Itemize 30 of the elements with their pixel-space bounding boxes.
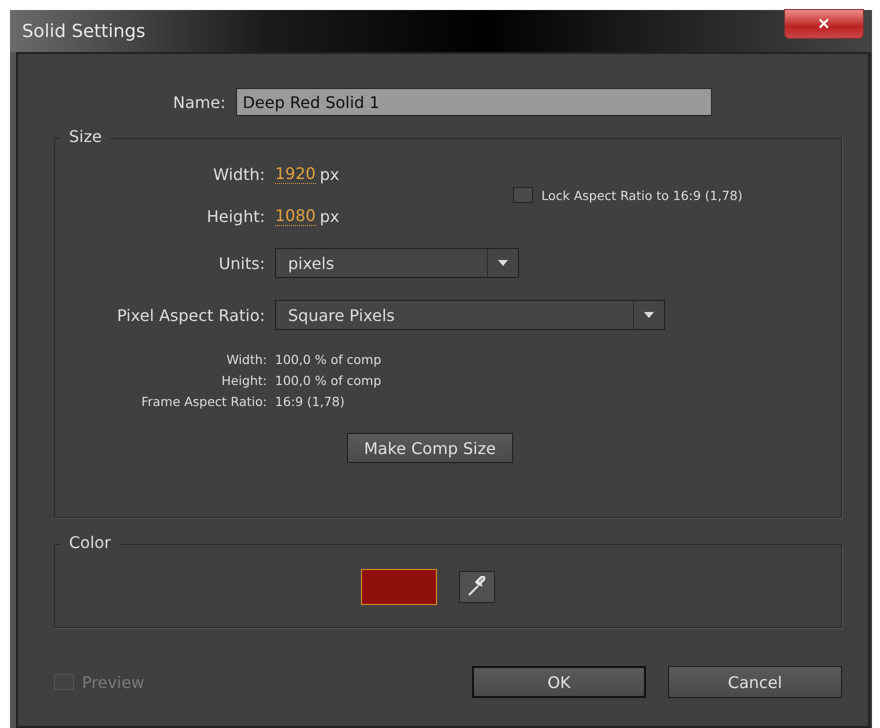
height-value[interactable]: 1080 [275,206,316,226]
width-label: Width: [212,164,265,184]
info-value: 100,0 % of comp [275,352,382,367]
lock-label: Lock Aspect Ratio to 16:9 (1,78) [541,188,742,202]
units-dropdown[interactable]: pixels [275,248,519,278]
height-unit: px [320,206,340,226]
info-value: 100,0 % of comp [275,373,382,388]
name-label: Name: [173,92,226,112]
name-field[interactable]: Deep Red Solid 1 [236,88,712,116]
info-value: 16:9 (1,78) [275,394,345,409]
info-label: Width: [225,352,267,367]
close-button[interactable]: ✕ [784,9,864,39]
color-swatch[interactable] [361,569,437,605]
width-value[interactable]: 1920 [275,164,316,184]
dialog-button[interactable]: OK [472,666,646,698]
eyedropper-icon[interactable] [459,571,495,603]
window-title: Solid Settings [22,20,146,42]
pixel-aspect-label: Pixel Aspect Ratio: [116,306,265,324]
dropdown-arrow-icon [644,312,654,318]
info-label: Frame Aspect Ratio: [140,394,267,409]
width-unit: px [320,164,340,184]
pixel-aspect-dropdown[interactable]: Square Pixels [275,300,665,330]
dialog-button[interactable]: Cancel [668,666,842,698]
dropdown-arrow-icon [498,260,508,266]
make-comp-size-button[interactable]: Make Comp Size [347,433,513,463]
units-label: Units: [218,254,265,272]
info-label: Height: [220,373,267,388]
preview-label: Preview [82,672,144,692]
height-label: Height: [206,206,265,226]
lock-checkbox[interactable] [513,187,534,203]
